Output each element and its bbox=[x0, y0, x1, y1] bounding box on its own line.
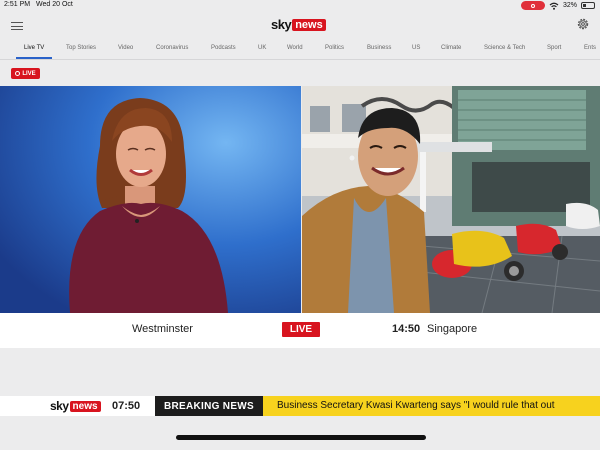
left-location-label: Westminster bbox=[132, 323, 193, 335]
tab-politics[interactable]: Politics bbox=[325, 45, 344, 51]
section-tabs: Live TV Top Stories Video Coronavirus Po… bbox=[0, 40, 600, 60]
status-time: 2:51 PM bbox=[4, 1, 31, 8]
breaking-news-label: BREAKING NEWS bbox=[155, 396, 263, 416]
gear-icon[interactable] bbox=[576, 17, 590, 31]
tab-world[interactable]: World bbox=[287, 45, 303, 51]
news-ticker: sky news 07:50 BREAKING NEWS Business Se… bbox=[0, 396, 600, 416]
app-header: sky news bbox=[0, 12, 600, 40]
wifi-icon bbox=[549, 2, 559, 10]
ticker-logo-sky: sky bbox=[50, 399, 69, 413]
status-date: Wed 20 Oct bbox=[36, 1, 73, 8]
video-feed-singapore[interactable] bbox=[302, 86, 600, 313]
live-badge-label: LIVE bbox=[22, 70, 36, 77]
tab-sport[interactable]: Sport bbox=[547, 45, 561, 51]
screen-record-icon[interactable] bbox=[520, 1, 545, 10]
tab-podcasts[interactable]: Podcasts bbox=[211, 45, 236, 51]
logo-sky-text: sky bbox=[271, 17, 292, 32]
ticker-logo-news: news bbox=[69, 400, 101, 412]
live-badge: LIVE bbox=[11, 68, 40, 79]
ticker-sky-news-logo: sky news bbox=[50, 399, 101, 413]
battery-icon bbox=[581, 2, 595, 9]
tab-top-stories[interactable]: Top Stories bbox=[66, 45, 96, 51]
tab-business[interactable]: Business bbox=[367, 45, 391, 51]
logo-news-text: news bbox=[292, 19, 326, 31]
presenter-image bbox=[0, 86, 301, 313]
live-strap-badge: LIVE bbox=[282, 322, 320, 337]
tab-live-tv[interactable]: Live TV bbox=[24, 45, 44, 51]
active-tab-underline bbox=[16, 57, 52, 59]
status-indicators: 32% bbox=[520, 1, 595, 10]
tab-uk[interactable]: UK bbox=[258, 45, 266, 51]
tab-science-tech[interactable]: Science & Tech bbox=[484, 45, 525, 51]
sky-news-logo: sky news bbox=[271, 18, 326, 32]
headline-bar: Business Secretary Kwasi Kwarteng says "… bbox=[263, 396, 600, 416]
menu-icon[interactable] bbox=[11, 22, 23, 30]
app-screen: 2:51 PM Wed 20 Oct 32% sky news Live TV bbox=[0, 0, 600, 450]
local-time: 14:50 bbox=[392, 323, 421, 335]
ticker-time: 07:50 bbox=[112, 400, 141, 412]
video-feed-westminster[interactable] bbox=[0, 86, 301, 313]
video-gap bbox=[0, 348, 600, 396]
correspondent-image bbox=[302, 86, 600, 313]
tab-climate[interactable]: Climate bbox=[441, 45, 461, 51]
home-indicator[interactable] bbox=[176, 435, 426, 440]
tab-us[interactable]: US bbox=[412, 45, 420, 51]
lower-third-strap: Westminster LIVE 14:50 Singapore bbox=[0, 313, 600, 348]
right-location-label: Singapore bbox=[427, 323, 478, 335]
tab-video[interactable]: Video bbox=[118, 45, 133, 51]
battery-percent: 32% bbox=[562, 2, 577, 9]
status-bar: 2:51 PM Wed 20 Oct 32% bbox=[0, 0, 600, 12]
tab-ents[interactable]: Ents bbox=[584, 45, 596, 51]
breaking-headline: Business Secretary Kwasi Kwarteng says "… bbox=[277, 400, 555, 411]
tab-coronavirus[interactable]: Coronavirus bbox=[156, 45, 188, 51]
